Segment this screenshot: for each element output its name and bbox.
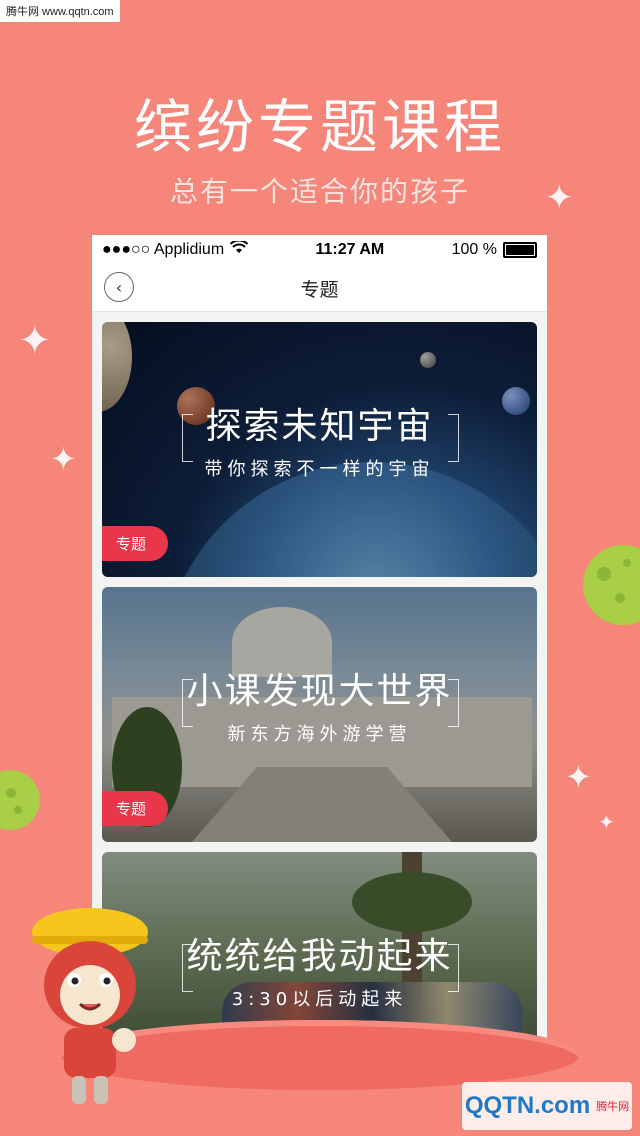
promo-headline: 缤纷专题课程 xyxy=(133,93,506,161)
site-logo: QQTN.com 腾牛网 xyxy=(462,1082,632,1130)
watermark: 腾牛网 www.qqtn.com xyxy=(0,0,120,22)
back-button[interactable]: ‹ xyxy=(104,272,134,302)
carrier-label: ●●●○○ Applidium xyxy=(102,241,225,258)
page-title: 专题 xyxy=(300,278,339,301)
card-title: 统统给我动起来 xyxy=(186,936,453,977)
card-subtitle: 3:30以后动起来 xyxy=(231,989,408,1010)
topic-card-space[interactable]: 探索未知宇宙 带你探索不一样的宇宙 专题 xyxy=(102,322,537,577)
sparkle-icon: ✦ xyxy=(545,178,574,218)
mascot-illustration xyxy=(28,900,158,1110)
wifi-icon xyxy=(229,239,249,259)
phone-screen: ●●●○○ Applidium 11:27 AM 100 % ‹ 专题 探索未知… xyxy=(92,235,547,1055)
logo-badge: 腾牛网 xyxy=(596,1101,630,1113)
battery-label: 100 % xyxy=(451,241,497,258)
promo-subheadline: 总有一个适合你的孩子 xyxy=(169,175,470,208)
card-subtitle: 新东方海外游学营 xyxy=(227,724,412,745)
green-planet-decoration xyxy=(0,770,40,830)
topic-tag: 专题 xyxy=(102,791,169,826)
nav-bar: ‹ 专题 xyxy=(92,265,547,312)
card-title: 探索未知宇宙 xyxy=(205,406,434,447)
card-subtitle: 带你探索不一样的宇宙 xyxy=(204,459,435,480)
battery-icon xyxy=(502,242,537,258)
sparkle-icon: ✦ xyxy=(565,758,592,796)
topic-list: 探索未知宇宙 带你探索不一样的宇宙 专题 小课发现大世界 新东方海外游学营 专题 xyxy=(92,312,547,1055)
topic-card-study-tour[interactable]: 小课发现大世界 新东方海外游学营 专题 xyxy=(102,587,537,842)
card-title: 小课发现大世界 xyxy=(186,671,453,712)
sparkle-icon: ✦ xyxy=(18,318,52,364)
clock: 11:27 AM xyxy=(315,241,385,258)
green-planet-decoration xyxy=(583,545,640,625)
chevron-left-icon: ‹ xyxy=(115,277,123,297)
status-bar: ●●●○○ Applidium 11:27 AM 100 % xyxy=(92,235,547,265)
sparkle-icon: ✦ xyxy=(598,810,615,834)
topic-tag: 专题 xyxy=(102,526,169,561)
sparkle-icon: ✦ xyxy=(50,440,77,478)
logo-text: QQTN.com xyxy=(464,1092,591,1119)
